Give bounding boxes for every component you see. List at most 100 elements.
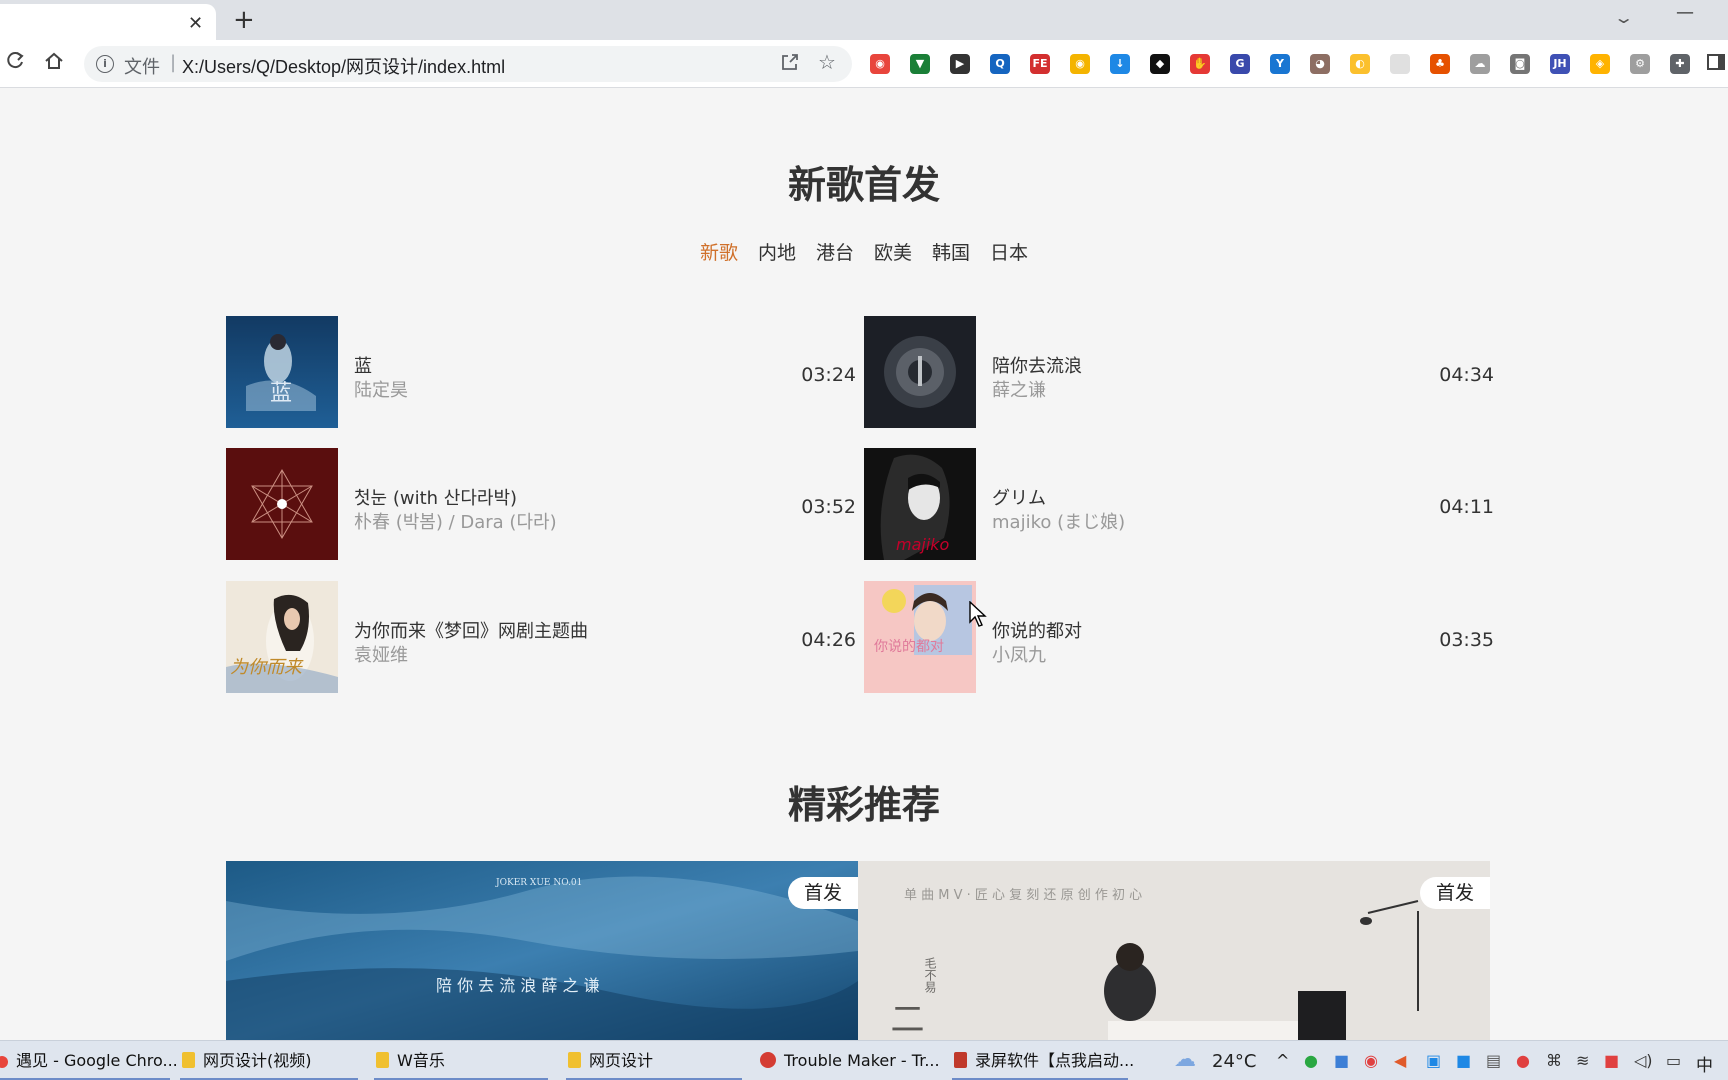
folder-icon xyxy=(182,1052,195,1068)
tray-red-icon[interactable]: ● xyxy=(1516,1051,1530,1070)
album-cover[interactable] xyxy=(864,316,976,428)
song-title[interactable]: 첫눈 (with 산다라박) xyxy=(354,484,517,510)
puzzle-ext-icon[interactable]: ✚ xyxy=(1670,54,1690,74)
wifi-icon[interactable]: ≋ xyxy=(1576,1051,1589,1070)
taskbar-item-recorder[interactable]: 录屏软件【点我启动... xyxy=(952,1041,1134,1080)
album-cover[interactable] xyxy=(226,448,338,560)
tab-hk-tw[interactable]: 港台 xyxy=(816,238,854,265)
cloud-ext-icon[interactable]: ☁ xyxy=(1470,54,1490,74)
address-bar[interactable]: i 文件 | X:/Users/Q/Desktop/网页设计/index.htm… xyxy=(84,46,852,82)
minimize-button[interactable]: — xyxy=(1676,2,1694,23)
fe-ext-icon[interactable]: FE xyxy=(1030,54,1050,74)
banner-caption: 陪 你 去 流 浪 薛 之 谦 xyxy=(436,976,600,995)
song-title[interactable]: 你说的都对 xyxy=(992,617,1082,643)
song-item[interactable]: 为你而来 为你而来《梦回》网剧主题曲 袁娅维 04:26 xyxy=(226,581,856,693)
taskbar-item-label: 网页设计(视频) xyxy=(203,1051,312,1070)
section-title-recommend: 精彩推荐 xyxy=(787,783,940,827)
tab-korea[interactable]: 韩国 xyxy=(932,238,970,265)
song-artist[interactable]: 陆定昊 xyxy=(354,376,408,402)
taskbar-item-label: 录屏软件【点我启动... xyxy=(975,1051,1135,1070)
taskbar-item-music[interactable]: Trouble Maker - Tr... xyxy=(760,1041,940,1080)
remote-icon[interactable]: ▣ xyxy=(1426,1051,1441,1070)
battery-icon[interactable]: ▭ xyxy=(1666,1051,1681,1070)
song-item[interactable]: 첫눈 (with 산다라박) 朴春 (박봄) / Dara (다라) 03:52 xyxy=(226,448,856,560)
jh-ext-icon[interactable]: JH xyxy=(1550,54,1570,74)
bookmark-star-icon[interactable]: ☆ xyxy=(818,50,836,74)
album-cover[interactable]: 你说的都对 xyxy=(864,581,976,693)
yellow-ext-icon[interactable]: ◐ xyxy=(1350,54,1370,74)
blank-ext-icon[interactable] xyxy=(1390,54,1410,74)
song-title[interactable]: グリム xyxy=(992,484,1046,510)
site-info-icon[interactable]: i xyxy=(96,55,114,73)
recommend-banner[interactable]: 单 曲 M V · 匠 心 复 刻 还 原 创 作 初 心 毛不易 二 零 首发 xyxy=(858,861,1490,1041)
weather-cloud-icon[interactable]: ☁ xyxy=(1174,1047,1196,1072)
octo-ext-icon[interactable]: ◆ xyxy=(1150,54,1170,74)
album-cover[interactable]: 蓝 xyxy=(226,316,338,428)
g-ext-icon[interactable]: G xyxy=(1230,54,1250,74)
song-artist[interactable]: 薛之谦 xyxy=(992,376,1046,402)
download-ext-icon[interactable]: ↓ xyxy=(1110,54,1130,74)
home-icon[interactable] xyxy=(43,50,65,78)
song-artist[interactable]: majiko (まじ娘) xyxy=(992,508,1125,534)
dark-ext-icon[interactable]: ▶ xyxy=(950,54,970,74)
wechat-icon[interactable]: ● xyxy=(1304,1051,1318,1070)
tab-search-dropdown-icon[interactable]: ⌄ xyxy=(1613,8,1634,27)
taskbar-item-folder[interactable]: 网页设计(视频) xyxy=(180,1041,360,1080)
side-panel-icon[interactable] xyxy=(1706,52,1726,78)
svg-text:majiko: majiko xyxy=(896,535,950,554)
song-artist[interactable]: 袁娅维 xyxy=(354,641,408,667)
shield-ext-icon[interactable]: ▼ xyxy=(910,54,930,74)
share-icon[interactable] xyxy=(780,52,800,77)
song-artist[interactable]: 朴春 (박봄) / Dara (다라) xyxy=(354,508,557,534)
ime-indicator[interactable]: 中 xyxy=(1696,1051,1713,1076)
song-title[interactable]: 为你而来《梦回》网剧主题曲 xyxy=(354,617,588,643)
eyes-ext-icon[interactable]: ◕ xyxy=(1310,54,1330,74)
tray-screen-icon[interactable]: ▤ xyxy=(1486,1051,1501,1070)
song-artist[interactable]: 小凤九 xyxy=(992,641,1046,667)
tab-new[interactable]: 新歌 xyxy=(700,238,738,265)
taskbar-item-chrome[interactable]: 遇见 - Google Chro... xyxy=(0,1041,178,1080)
record-icon[interactable]: ◉ xyxy=(1364,1051,1378,1070)
orange-ext-icon[interactable]: ◈ xyxy=(1590,54,1610,74)
y-ext-icon[interactable]: Y xyxy=(1270,54,1290,74)
close-tab-icon[interactable]: ✕ xyxy=(188,13,203,35)
album-cover[interactable]: 为你而来 xyxy=(226,581,338,693)
song-item[interactable]: 蓝 蓝 陆定昊 03:24 xyxy=(226,316,856,428)
tab-western[interactable]: 欧美 xyxy=(874,238,912,265)
song-item[interactable]: 你说的都对 你说的都对 小凤九 03:35 xyxy=(864,581,1494,693)
album-cover[interactable]: majiko xyxy=(864,448,976,560)
section-title-new-songs: 新歌首发 xyxy=(787,163,940,207)
tab-mainland[interactable]: 内地 xyxy=(758,238,796,265)
camera-ext-icon[interactable]: ◙ xyxy=(1510,54,1530,74)
tray-expand-icon[interactable]: ^ xyxy=(1276,1051,1289,1070)
tray-arrow-icon[interactable]: ◀ xyxy=(1394,1051,1406,1070)
premiere-badge: 首发 xyxy=(788,877,858,909)
taskbar-item-folder[interactable]: W音乐 xyxy=(374,1041,552,1080)
gear-ext-icon[interactable]: ⚙ xyxy=(1630,54,1650,74)
tray-blue-icon[interactable]: ■ xyxy=(1456,1051,1471,1070)
tray-app-icon[interactable]: ■ xyxy=(1334,1051,1349,1070)
tab-japan[interactable]: 日本 xyxy=(990,238,1028,265)
song-item[interactable]: majiko グリム majiko (まじ娘) 04:11 xyxy=(864,448,1494,560)
song-title[interactable]: 蓝 xyxy=(354,352,372,378)
tray-app2-icon[interactable]: ■ xyxy=(1604,1051,1619,1070)
taskbar-item-label: Trouble Maker - Tr... xyxy=(784,1051,940,1070)
recommend-banner[interactable]: JOKER XUE NO.01 陪 你 去 流 浪 薛 之 谦 首发 xyxy=(226,861,858,1041)
adblock-ext-icon[interactable]: ✋ xyxy=(1190,54,1210,74)
url-text[interactable]: X:/Users/Q/Desktop/网页设计/index.html xyxy=(182,53,505,79)
chrome2-ext-icon[interactable]: ◉ xyxy=(1070,54,1090,74)
reload-icon[interactable] xyxy=(4,50,26,78)
search-ext-icon[interactable]: Q xyxy=(990,54,1010,74)
new-tab-button[interactable]: + xyxy=(233,4,255,36)
volume-icon[interactable]: ◁) xyxy=(1634,1051,1653,1070)
song-title[interactable]: 陪你去流浪 xyxy=(992,352,1082,378)
song-duration: 03:24 xyxy=(801,364,856,386)
temperature-text[interactable]: 24°C xyxy=(1212,1051,1256,1072)
banner-top-text: 单 曲 M V · 匠 心 复 刻 还 原 创 作 初 心 xyxy=(904,888,1142,903)
song-item[interactable]: 陪你去流浪 薛之谦 04:34 xyxy=(864,316,1494,428)
tree-ext-icon[interactable]: ♣ xyxy=(1430,54,1450,74)
chrome-ext-icon[interactable]: ◉ xyxy=(870,54,890,74)
taskbar-item-folder[interactable]: 网页设计 xyxy=(566,1041,744,1080)
tray-bookmark-icon[interactable]: ⌘ xyxy=(1546,1051,1562,1070)
active-tab[interactable]: ✕ xyxy=(0,4,216,40)
